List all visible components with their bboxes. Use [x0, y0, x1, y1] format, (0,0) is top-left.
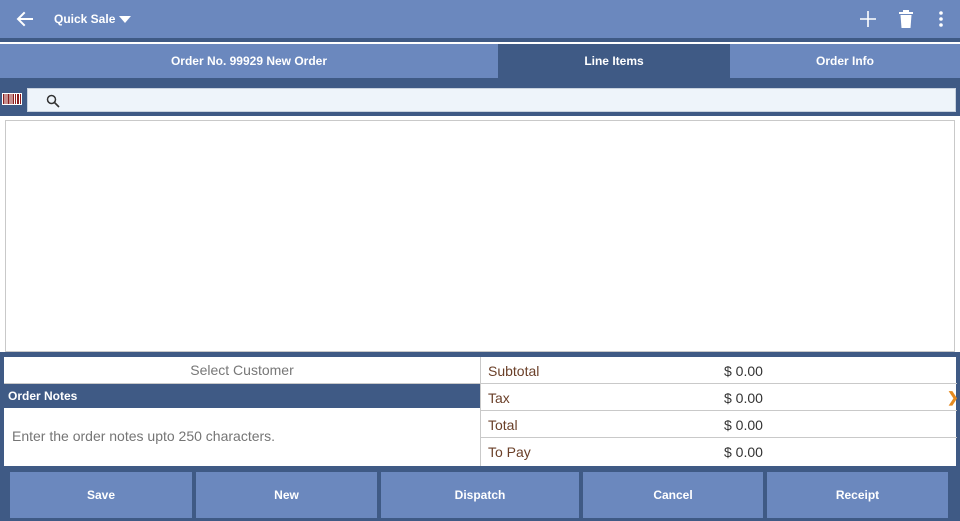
- line-items-panel: [0, 116, 960, 352]
- order-notes-title: Order Notes: [8, 389, 78, 403]
- total-value: $ 0.00: [724, 417, 763, 433]
- sale-type-dropdown[interactable]: Quick Sale: [54, 12, 132, 26]
- search-icon: [46, 94, 60, 108]
- app-bar: Quick Sale: [0, 0, 960, 38]
- tab-order-number[interactable]: Order No. 99929 New Order: [0, 44, 498, 78]
- select-customer-button[interactable]: Select Customer: [4, 357, 480, 384]
- chevron-right-icon[interactable]: ❯: [947, 389, 959, 406]
- line-items-list[interactable]: [5, 120, 955, 352]
- search-input[interactable]: [68, 92, 938, 110]
- to-pay-row: To Pay $ 0.00: [481, 438, 957, 466]
- action-bar: Save New Dispatch Cancel Receipt: [0, 466, 960, 521]
- barcode-icon[interactable]: [2, 93, 22, 105]
- select-customer-label: Select Customer: [190, 362, 294, 378]
- tab-order-info[interactable]: Order Info: [730, 44, 960, 78]
- trash-icon[interactable]: [897, 9, 915, 29]
- to-pay-value: $ 0.00: [724, 444, 763, 460]
- receipt-button[interactable]: Receipt: [767, 472, 948, 518]
- order-notes-input[interactable]: [4, 408, 480, 466]
- more-vert-icon[interactable]: [934, 10, 948, 28]
- cancel-button[interactable]: Cancel: [583, 472, 763, 518]
- new-button[interactable]: New: [196, 472, 377, 518]
- total-label: Total: [488, 417, 518, 433]
- totals-panel: Subtotal $ 0.00 Tax $ 0.00 ❯ Total $ 0.0…: [480, 357, 959, 466]
- back-arrow-icon[interactable]: [14, 8, 36, 30]
- tab-order-number-label: Order No. 99929 New Order: [170, 54, 328, 68]
- save-button[interactable]: Save: [10, 472, 192, 518]
- tab-bar: Order No. 99929 New Order Line Items Ord…: [0, 42, 960, 78]
- tab-line-items-label: Line Items: [584, 54, 644, 68]
- tab-line-items[interactable]: Line Items: [498, 44, 730, 78]
- order-notes-header: Order Notes: [4, 384, 480, 408]
- tab-order-info-label: Order Info: [815, 54, 874, 68]
- subtotal-label: Subtotal: [488, 363, 540, 379]
- search-box[interactable]: [27, 88, 956, 112]
- tax-label: Tax: [488, 390, 510, 406]
- subtotal-row: Subtotal $ 0.00: [481, 357, 957, 384]
- total-row: Total $ 0.00: [481, 411, 957, 438]
- to-pay-label: To Pay: [488, 444, 531, 460]
- caret-down-icon: [119, 16, 132, 23]
- app-title: Quick Sale: [54, 12, 116, 26]
- dispatch-button[interactable]: Dispatch: [381, 472, 579, 518]
- customer-notes-panel: Select Customer Order Notes: [4, 357, 480, 466]
- tax-row[interactable]: Tax $ 0.00 ❯: [481, 384, 959, 411]
- tax-value: $ 0.00: [724, 390, 763, 406]
- subtotal-value: $ 0.00: [724, 363, 763, 379]
- search-row: [0, 82, 960, 116]
- plus-icon[interactable]: [858, 9, 878, 29]
